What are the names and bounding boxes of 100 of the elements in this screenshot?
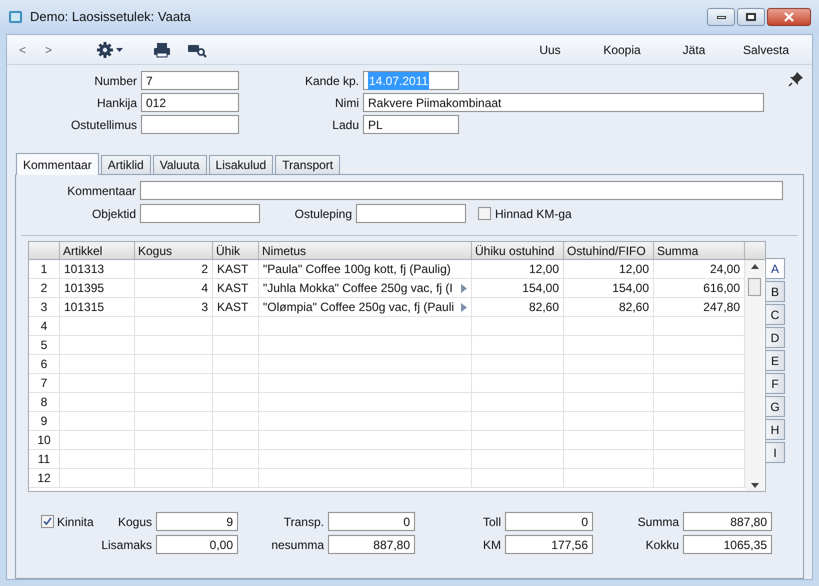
column-header[interactable]: Ühiku ostuhind [472, 242, 564, 259]
back-button[interactable]: < [19, 40, 45, 58]
text-field[interactable]: 887,80 [328, 535, 415, 554]
table-cell-text: 154,00 [612, 280, 649, 297]
text-field[interactable] [140, 181, 783, 200]
scroll-up-icon[interactable] [750, 264, 758, 269]
tab[interactable]: Valuuta [152, 155, 207, 174]
toolbar-button[interactable]: Koopia [586, 40, 658, 58]
field-label: Nimi [334, 94, 360, 112]
window-title: Demo: Laosissetulek: Vaata [30, 8, 191, 26]
table-cell-text: 101395 [64, 280, 104, 297]
text-field[interactable] [356, 204, 466, 223]
field-label: Ostutellimus [70, 116, 138, 134]
tab[interactable]: Transport [275, 155, 340, 174]
row-number: 12 [29, 469, 60, 487]
column-header[interactable]: Ostuhind/FIFO [564, 242, 654, 259]
table-cell-text: 12,00 [528, 261, 559, 278]
side-tab[interactable]: E [766, 350, 785, 371]
print-icon[interactable] [153, 42, 171, 58]
field-label: Toll [482, 514, 502, 530]
overflow-arrow-icon [461, 284, 467, 292]
table-cell-text: 154,00 [522, 280, 559, 297]
minimize-button[interactable] [707, 8, 735, 26]
table-cell-text: KAST [217, 299, 248, 316]
text-field[interactable] [140, 204, 260, 223]
tab[interactable]: Kommentaar [16, 153, 99, 175]
table-cell-text: 101315 [64, 299, 104, 316]
field-label: Lisamaks [100, 536, 153, 554]
side-tab[interactable]: F [766, 373, 785, 394]
field-label: Summa [636, 514, 680, 530]
table-cell-text: 101313 [64, 261, 104, 278]
side-tab[interactable]: A [766, 258, 785, 279]
table-cell-text: "Paula" Coffee 100g kott, fj (Paulig) [263, 261, 452, 278]
text-field[interactable]: Rakvere Piimakombinaat [363, 93, 764, 112]
checkbox-label: Kinnita [57, 514, 94, 530]
row-number: 8 [29, 393, 60, 411]
side-tab[interactable]: C [766, 304, 785, 325]
field-label: KM [482, 536, 502, 554]
field-label: Kogus [116, 514, 153, 530]
toolbar-button[interactable]: Salvesta [730, 40, 802, 58]
table-cell-text: "Juhla Mokka" Coffee 250g vac, fj (I [263, 280, 454, 297]
side-tab[interactable]: B [766, 281, 785, 302]
close-icon [784, 12, 794, 22]
row-number: 9 [29, 412, 60, 430]
row-number: 5 [29, 336, 60, 354]
field-label: Kokku [644, 536, 680, 554]
text-field[interactable]: 0,00 [156, 535, 238, 554]
column-header[interactable]: Ühik [213, 242, 259, 259]
column-header[interactable]: Kogus [135, 242, 213, 259]
text-field[interactable]: 9 [156, 512, 238, 531]
gear-icon[interactable] [97, 42, 125, 58]
pin-icon[interactable] [788, 71, 804, 87]
side-tab[interactable]: D [766, 327, 785, 348]
row-number: 7 [29, 374, 60, 392]
text-field[interactable]: 7 [141, 71, 239, 90]
toolbar-button[interactable]: Jäta [658, 40, 730, 58]
forward-button[interactable]: > [45, 40, 71, 58]
table-cell-text: "Olømpia" Coffee 250g vac, fj (Pauli [263, 299, 456, 316]
column-header[interactable]: Nimetus [259, 242, 472, 259]
close-button[interactable] [767, 8, 811, 26]
text-field[interactable]: 012 [141, 93, 239, 112]
scrollbar[interactable] [745, 260, 764, 491]
table-cell-text: 24,00 [710, 261, 740, 278]
row-number: 4 [29, 317, 60, 335]
row-number: 3 [29, 298, 60, 316]
scroll-thumb[interactable] [748, 278, 761, 296]
column-header[interactable]: Summa [654, 242, 745, 259]
checkbox[interactable] [478, 207, 491, 220]
table-cell-text: 2 [201, 261, 208, 278]
text-field[interactable]: 177,56 [505, 535, 593, 554]
checkbox-label: Hinnad KM-ga [495, 206, 572, 222]
table-cell-text: KAST [217, 261, 248, 278]
field-label: Number [93, 72, 138, 90]
field-label: Ostuleping [294, 206, 353, 222]
field-label: Transp. [282, 514, 325, 530]
side-tab[interactable]: H [766, 419, 785, 440]
text-field[interactable]: PL [363, 115, 459, 134]
app-icon [8, 9, 24, 25]
side-tab[interactable]: I [766, 442, 785, 463]
table-cell-text: 4 [201, 280, 208, 297]
checkbox[interactable] [41, 515, 54, 528]
toolbar-button[interactable]: Uus [514, 40, 586, 58]
side-tab[interactable]: G [766, 396, 785, 417]
text-field[interactable]: 887,80 [683, 512, 772, 531]
row-number: 10 [29, 431, 60, 449]
table-cell-text: 82,60 [528, 299, 559, 316]
field-label: Objektid [90, 206, 137, 222]
field-label: Ladu [331, 116, 360, 134]
row-number: 11 [29, 450, 60, 468]
column-header[interactable]: Artikkel [60, 242, 135, 259]
field-label: Kommentaar [66, 182, 137, 200]
row-number: 2 [29, 279, 60, 297]
tab[interactable]: Lisakulud [208, 155, 274, 174]
text-field[interactable] [141, 115, 239, 134]
text-field[interactable]: 1065,35 [683, 535, 772, 554]
tab[interactable]: Artiklid [100, 155, 151, 174]
maximize-button[interactable] [737, 8, 765, 26]
text-field[interactable]: 0 [328, 512, 415, 531]
text-field[interactable]: 0 [505, 512, 593, 531]
scroll-down-icon[interactable] [750, 483, 758, 488]
